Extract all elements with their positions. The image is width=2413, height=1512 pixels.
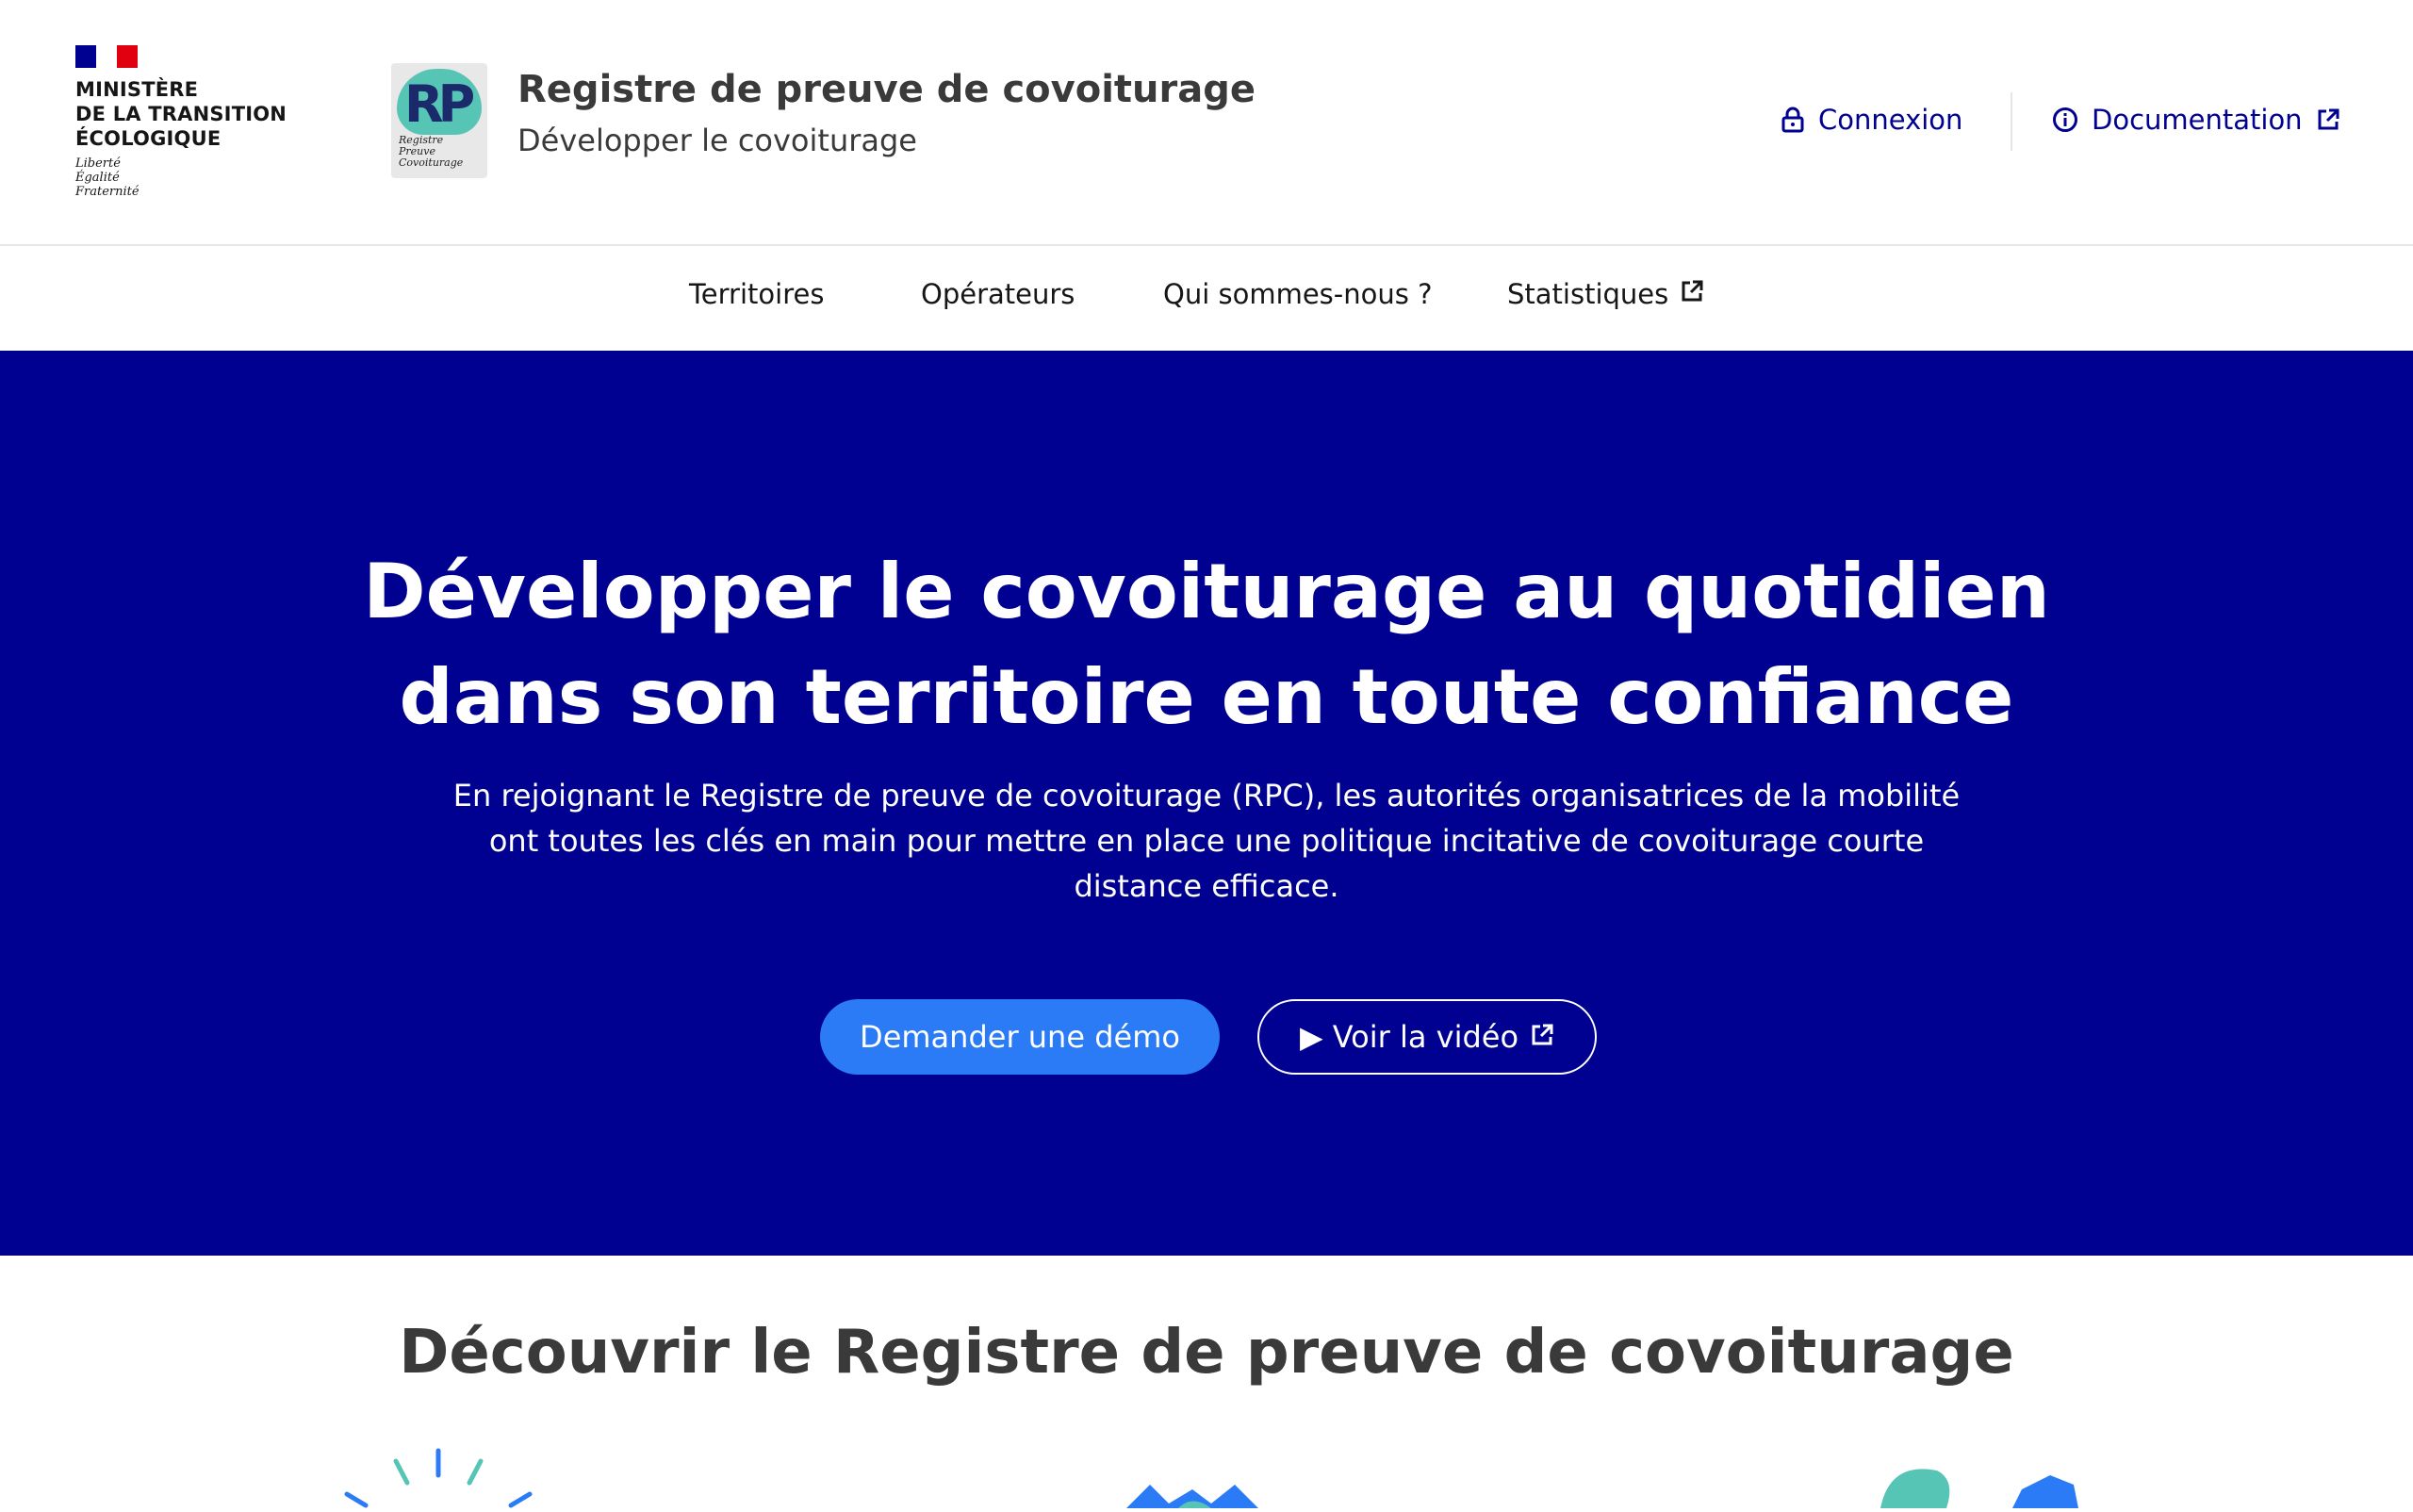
- nav-item-label: Opérateurs: [921, 278, 1075, 310]
- discover-section-title: Découvrir le Registre de preuve de covoi…: [399, 1318, 2014, 1388]
- request-demo-button[interactable]: Demander une démo: [820, 999, 1220, 1075]
- request-demo-label: Demander une démo: [860, 1019, 1180, 1055]
- info-icon: [2052, 107, 2078, 133]
- site-header: MINISTÈRE DE LA TRANSITION ÉCOLOGIQUE Li…: [0, 0, 2413, 246]
- hero-description: En rejoignant le Registre de preuve de c…: [452, 778, 1961, 904]
- main-navigation: Territoires Opérateurs Qui sommes-nous ?…: [0, 246, 2413, 351]
- watch-video-label: ▶ Voir la vidéo: [1299, 1019, 1519, 1055]
- lock-icon: [1781, 107, 1805, 133]
- documentation-label: Documentation: [2092, 104, 2303, 136]
- external-link-icon: [1680, 278, 1704, 310]
- app-logo[interactable]: RP Registre Preuve Covoiturage: [391, 63, 487, 178]
- hero-title: Développer le covoiturage au quotidien d…: [363, 548, 2050, 741]
- login-label: Connexion: [1818, 104, 1963, 136]
- republic-motto: Liberté Égalité Fraternité: [75, 156, 140, 199]
- site-tagline: Développer le covoiturage: [517, 123, 917, 158]
- nav-item-territoires[interactable]: Territoires: [689, 278, 824, 310]
- tools-divider: [2011, 92, 2012, 151]
- app-logo-letters: RP: [404, 74, 475, 134]
- nav-item-operateurs[interactable]: Opérateurs: [921, 278, 1075, 310]
- hero-banner: Développer le covoiturage au quotidien d…: [0, 351, 2413, 1256]
- nav-item-statistiques[interactable]: Statistiques: [1507, 278, 1704, 310]
- nav-item-label: Qui sommes-nous ?: [1163, 278, 1433, 310]
- tools-illustration-icon: [1871, 1461, 2088, 1512]
- nav-item-label: Territoires: [689, 278, 825, 310]
- nav-item-label: Statistiques: [1507, 278, 1669, 310]
- external-link-icon: [1530, 1019, 1554, 1055]
- app-logo-caption: Registre Preuve Covoiturage: [399, 134, 464, 169]
- login-link[interactable]: Connexion: [1781, 104, 1962, 136]
- sparkle-illustration-icon: [339, 1447, 537, 1512]
- documentation-link[interactable]: Documentation: [2052, 104, 2340, 136]
- nav-item-qui-sommes-nous[interactable]: Qui sommes-nous ?: [1163, 278, 1432, 310]
- hands-illustration-icon: [1126, 1480, 1296, 1512]
- site-title[interactable]: Registre de preuve de covoiturage: [517, 68, 1256, 111]
- ministry-logo[interactable]: MINISTÈRE DE LA TRANSITION ÉCOLOGIQUE Li…: [75, 45, 302, 199]
- ministry-name: MINISTÈRE DE LA TRANSITION ÉCOLOGIQUE: [75, 78, 287, 150]
- external-link-icon: [2316, 107, 2340, 132]
- watch-video-button[interactable]: ▶ Voir la vidéo: [1257, 999, 1597, 1075]
- french-flag-icon: [75, 45, 138, 68]
